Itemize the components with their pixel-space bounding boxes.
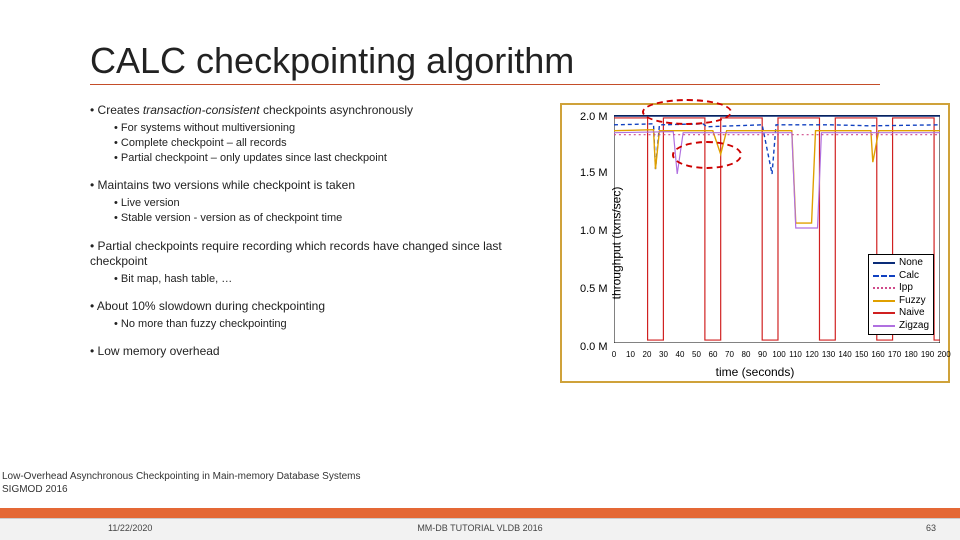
chart-column: throughput (txns/sec) time (seconds) 0.0… [550, 103, 960, 362]
footer-page-number: 63 [926, 523, 936, 533]
xtick-0: 0 [612, 350, 616, 359]
bullet-1: Creates transaction-consistent checkpoin… [90, 103, 550, 119]
ytick-4: 2.0 M [580, 111, 608, 123]
footer-info-bar: 11/22/2020 MM-DB TUTORIAL VLDB 2016 63 [0, 518, 960, 540]
legend-item-naive: Naive [873, 307, 929, 320]
ytick-0: 0.0 M [580, 341, 608, 353]
bullet-1-sub-0: For systems without multiversioning [114, 121, 550, 135]
content-row: Creates transaction-consistent checkpoin… [90, 103, 960, 362]
xtick-4: 40 [676, 350, 685, 359]
xtick-3: 30 [659, 350, 668, 359]
ytick-1: 0.5 M [580, 283, 608, 295]
bullet-3: Partial checkpoints require recording wh… [90, 239, 550, 270]
bullet-2: Maintains two versions while checkpoint … [90, 178, 550, 194]
footer-accent-bar [0, 508, 960, 518]
footer-date: 11/22/2020 [108, 523, 152, 533]
xtick-6: 60 [709, 350, 718, 359]
legend-item-none: None [873, 257, 929, 270]
annotation-oval-bottom [672, 141, 742, 169]
legend-item-zigzag: Zigzag [873, 320, 929, 333]
chart-frame: throughput (txns/sec) time (seconds) 0.0… [560, 103, 950, 383]
footer-center-text: MM-DB TUTORIAL VLDB 2016 [417, 523, 542, 533]
slide-title: CALC checkpointing algorithm [90, 40, 960, 82]
xtick-20: 200 [937, 350, 950, 359]
legend-item-calc: Calc [873, 270, 929, 283]
citation-line-2: SIGMOD 2016 [2, 484, 361, 497]
chart-legend: None Calc Ipp Fuzzy Naive Zigzag [868, 254, 934, 335]
bullet-2-sub-0: Live version [114, 196, 550, 210]
xtick-10: 100 [772, 350, 785, 359]
xtick-9: 90 [758, 350, 767, 359]
citation-line-1: Low-Overhead Asynchronous Checkpointing … [2, 471, 361, 484]
xtick-15: 150 [855, 350, 868, 359]
bullet-column: Creates transaction-consistent checkpoin… [90, 103, 550, 362]
annotation-oval-top [642, 99, 732, 125]
xtick-18: 180 [904, 350, 917, 359]
x-axis-label: time (seconds) [716, 365, 795, 379]
bullet-1-sub-1: Complete checkpoint – all records [114, 136, 550, 150]
xtick-17: 170 [888, 350, 901, 359]
bullet-2-sub-1: Stable version - version as of checkpoin… [114, 211, 550, 225]
legend-item-fuzzy: Fuzzy [873, 295, 929, 308]
slide: CALC checkpointing algorithm Creates tra… [0, 0, 960, 540]
xtick-14: 140 [838, 350, 851, 359]
bullet-5: Low memory overhead [90, 344, 550, 360]
xtick-7: 70 [725, 350, 734, 359]
ytick-3: 1.5 M [580, 167, 608, 179]
xtick-5: 50 [692, 350, 701, 359]
ytick-2: 1.0 M [580, 225, 608, 237]
xtick-16: 160 [871, 350, 884, 359]
xtick-1: 10 [626, 350, 635, 359]
slide-footer: 11/22/2020 MM-DB TUTORIAL VLDB 2016 63 [0, 508, 960, 540]
bullet-4: About 10% slowdown during checkpointing [90, 299, 550, 315]
xtick-11: 110 [789, 350, 802, 359]
bullet-4-sub-0: No more than fuzzy checkpointing [114, 317, 550, 331]
legend-item-ipp: Ipp [873, 282, 929, 295]
xtick-12: 120 [805, 350, 818, 359]
xtick-19: 190 [921, 350, 934, 359]
title-underline [90, 84, 880, 85]
bullet-1-sub-2: Partial checkpoint – only updates since … [114, 151, 550, 165]
bullet-3-sub-0: Bit map, hash table, … [114, 272, 550, 286]
xtick-13: 130 [822, 350, 835, 359]
xtick-2: 20 [643, 350, 652, 359]
xtick-8: 80 [742, 350, 751, 359]
citation-block: Low-Overhead Asynchronous Checkpointing … [2, 471, 361, 496]
